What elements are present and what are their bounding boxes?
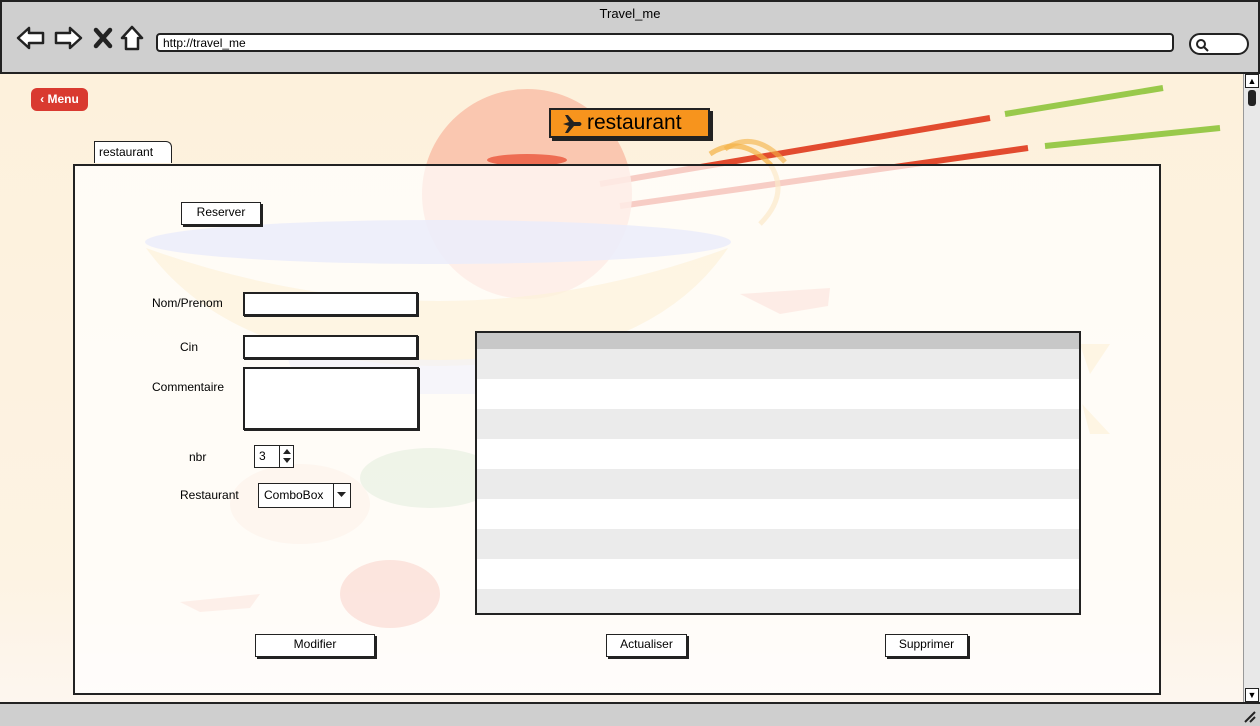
table-row[interactable] [477,589,1079,613]
table-row[interactable] [477,559,1079,589]
page-title: restaurant [549,108,710,138]
reserve-button[interactable]: Reserver [181,202,261,225]
chevron-down-icon[interactable] [333,484,350,507]
table-row[interactable] [477,529,1079,559]
table-row[interactable] [477,499,1079,529]
restaurant-combobox-value: ComboBox [264,488,324,502]
address-bar[interactable]: http://travel_me [156,33,1174,52]
back-icon[interactable] [16,24,46,52]
comment-textarea[interactable] [243,367,419,430]
chevron-left-icon: ‹ [40,92,48,106]
window-title: Travel_me [599,6,661,21]
table-row[interactable] [477,409,1079,439]
menu-button[interactable]: ‹ Menu [31,88,88,111]
scroll-up-icon[interactable]: ▲ [1245,74,1259,88]
nbr-label: nbr [189,450,207,464]
resize-grip-icon[interactable] [1242,709,1256,723]
name-field[interactable] [243,292,418,316]
airplane-icon [563,115,582,133]
search-icon [1196,39,1209,52]
browser-search-field[interactable] [1189,33,1249,55]
modify-button[interactable]: Modifier [255,634,375,657]
status-bar [0,702,1260,726]
restaurant-combobox[interactable]: ComboBox [258,483,351,508]
table-row[interactable] [477,349,1079,379]
tab-restaurant[interactable]: restaurant [94,141,172,163]
delete-button[interactable]: Supprimer [885,634,968,657]
table-row[interactable] [477,439,1079,469]
refresh-button[interactable]: Actualiser [606,634,687,657]
scroll-down-icon[interactable]: ▼ [1245,688,1259,702]
menu-button-label: Menu [47,92,79,106]
page-viewport: ‹ Menu restaurant restaurant Reserver No… [0,74,1243,702]
table-row[interactable] [477,379,1079,409]
name-label: Nom/Prenom [152,296,223,310]
page-title-text: restaurant [587,111,682,134]
home-icon[interactable] [118,24,148,52]
forward-icon[interactable] [53,24,83,52]
cin-label: Cin [180,340,199,354]
table-header [477,333,1079,349]
table-row[interactable] [477,469,1079,499]
vertical-scrollbar[interactable]: ▲ ▼ [1243,74,1260,702]
cin-field[interactable] [243,335,418,359]
restaurant-label: Restaurant [180,488,239,502]
comment-label: Commentaire [152,380,225,394]
nbr-value: 3 [259,449,266,463]
reservations-table[interactable] [475,331,1081,615]
stepper-arrows-icon[interactable] [279,446,293,467]
browser-toolbar: Travel_me http://travel_me [0,0,1260,74]
nbr-stepper[interactable]: 3 [254,445,294,468]
scroll-thumb[interactable] [1248,90,1256,106]
